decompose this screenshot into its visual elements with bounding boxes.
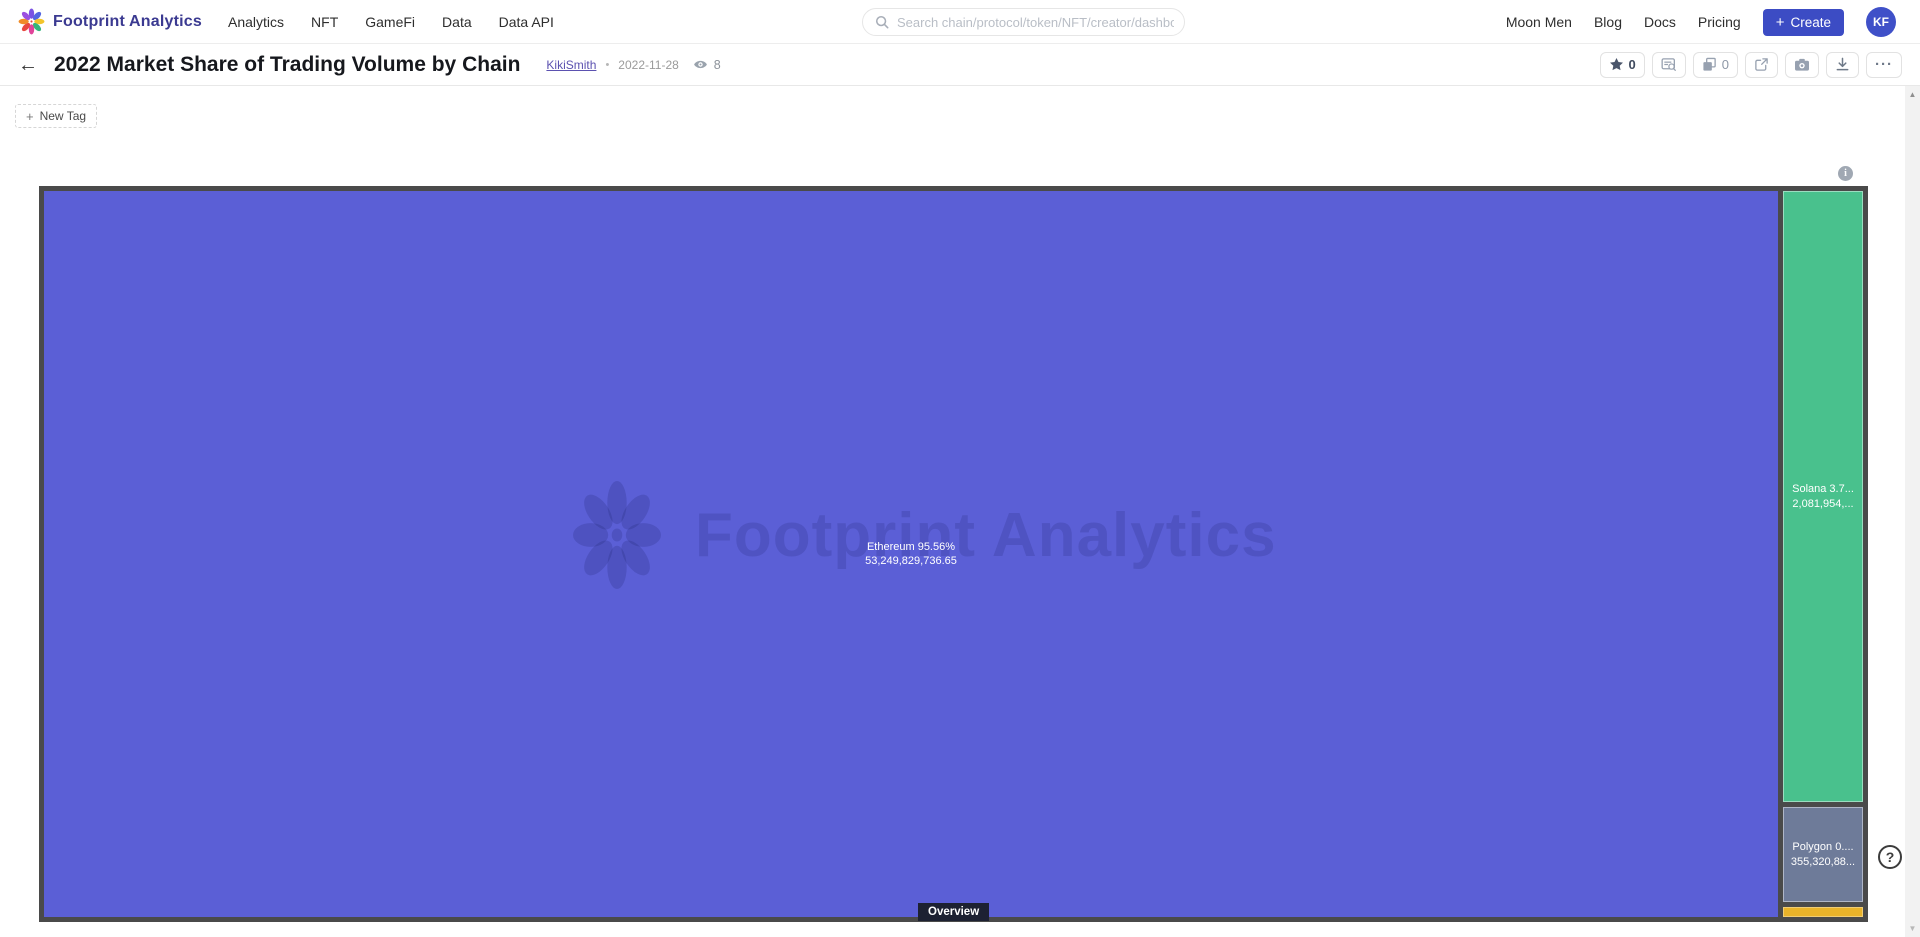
ethereum-label: Ethereum 95.56% 53,249,829,736.65	[865, 540, 957, 569]
vertical-scrollbar[interactable]: ▲ ▼	[1905, 86, 1920, 937]
main-menu: Analytics NFT GameFi Data Data API	[228, 14, 554, 30]
more-button[interactable]: ···	[1866, 51, 1902, 78]
search-icon	[875, 15, 889, 29]
scroll-up-arrow-icon[interactable]: ▲	[1905, 90, 1920, 99]
solana-label-line2: 2,081,954,...	[1792, 497, 1854, 510]
header-actions: 0 0 ···	[1599, 51, 1902, 78]
nav-item-data[interactable]: Data	[442, 14, 472, 30]
overview-tab[interactable]: Overview	[918, 903, 990, 921]
download-icon	[1836, 57, 1849, 71]
nav-item-blog[interactable]: Blog	[1594, 14, 1622, 30]
favorite-button[interactable]: 0	[1599, 51, 1645, 78]
avatar[interactable]: KF	[1866, 7, 1896, 37]
eye-icon	[693, 60, 707, 69]
create-button-label: Create	[1790, 14, 1831, 30]
nav-item-gamefi[interactable]: GameFi	[365, 14, 415, 30]
chart-info-icon[interactable]: i	[1838, 166, 1853, 181]
new-tag-button[interactable]: + New Tag	[15, 104, 98, 128]
nav-item-data-api[interactable]: Data API	[499, 14, 554, 30]
polygon-label-line1: Polygon 0....	[1792, 841, 1854, 854]
download-button[interactable]	[1826, 51, 1859, 78]
solana-label: Solana 3.7... 2,081,954,...	[1792, 482, 1854, 511]
ellipsis-icon: ···	[1875, 56, 1893, 73]
new-tag-label: New Tag	[39, 109, 87, 123]
brand-name: Footprint Analytics	[53, 12, 202, 30]
sql-preview-button[interactable]	[1651, 51, 1686, 78]
scroll-down-arrow-icon[interactable]: ▼	[1905, 924, 1920, 933]
search-box[interactable]	[862, 8, 1185, 36]
treemap-cell-polygon[interactable]: Polygon 0.... 355,320,88...	[1783, 807, 1863, 902]
footprint-logo-icon	[18, 8, 45, 35]
star-count: 0	[1628, 57, 1636, 72]
treemap-chart: Footprint Analytics Ethereum 95.56% 53,2…	[39, 186, 1868, 922]
author-link[interactable]: KikiSmith	[546, 58, 596, 72]
star-icon	[1609, 57, 1623, 71]
views-count: 8	[713, 57, 721, 72]
create-button[interactable]: + Create	[1762, 8, 1844, 36]
nav-item-analytics[interactable]: Analytics	[228, 14, 284, 30]
solana-label-line1: Solana 3.7...	[1792, 483, 1854, 496]
watermark: Footprint Analytics	[573, 480, 1277, 590]
back-arrow-icon[interactable]: ←	[18, 55, 38, 75]
share-button[interactable]	[1745, 51, 1778, 78]
brand[interactable]: Footprint Analytics	[18, 8, 202, 35]
views-counter: 8	[693, 58, 721, 72]
nav-item-nft[interactable]: NFT	[311, 14, 338, 30]
ethereum-label-line1: Ethereum 95.56%	[866, 540, 956, 553]
right-menu: Moon Men Blog Docs Pricing + Create KF	[1506, 0, 1896, 44]
dashboard-header: ← 2022 Market Share of Trading Volume by…	[0, 44, 1920, 86]
dashboard-body: + New Tag i Footprint Analytics Ethereum…	[0, 86, 1920, 937]
search-input[interactable]	[897, 14, 1174, 30]
top-navbar: Footprint Analytics Analytics NFT GameFi…	[0, 0, 1920, 44]
polygon-label: Polygon 0.... 355,320,88...	[1791, 840, 1855, 869]
footprint-watermark-icon	[573, 481, 661, 589]
plus-icon: +	[1775, 13, 1785, 31]
clone-count: 0	[1721, 57, 1729, 72]
screenshot-button[interactable]	[1785, 51, 1819, 78]
help-button[interactable]: ?	[1878, 845, 1902, 869]
plus-icon: +	[26, 108, 34, 124]
treemap-cell-unlabeled[interactable]	[1783, 907, 1863, 917]
clone-icon	[1703, 57, 1716, 71]
dot-separator: •	[605, 58, 610, 71]
nav-item-docs[interactable]: Docs	[1644, 14, 1676, 30]
publish-date: 2022-11-28	[618, 57, 679, 72]
treemap-right-column: Solana 3.7... 2,081,954,... Polygon 0...…	[1783, 191, 1863, 917]
treemap-cell-solana[interactable]: Solana 3.7... 2,081,954,...	[1783, 191, 1863, 802]
watermark-text: Footprint Analytics	[695, 500, 1277, 570]
clone-button[interactable]: 0	[1692, 51, 1738, 78]
treemap-cell-ethereum[interactable]: Footprint Analytics Ethereum 95.56% 53,2…	[44, 191, 1778, 917]
ethereum-label-line2: 53,249,829,736.65	[865, 555, 957, 567]
nav-item-moon-men[interactable]: Moon Men	[1506, 14, 1572, 30]
external-link-icon	[1755, 58, 1768, 71]
nav-item-pricing[interactable]: Pricing	[1698, 14, 1741, 30]
page-title: 2022 Market Share of Trading Volume by C…	[54, 52, 521, 76]
report-search-icon	[1661, 58, 1676, 71]
polygon-label-line2: 355,320,88...	[1790, 855, 1856, 868]
camera-icon	[1795, 58, 1809, 71]
dashboard-meta: KikiSmith • 2022-11-28	[546, 58, 678, 72]
